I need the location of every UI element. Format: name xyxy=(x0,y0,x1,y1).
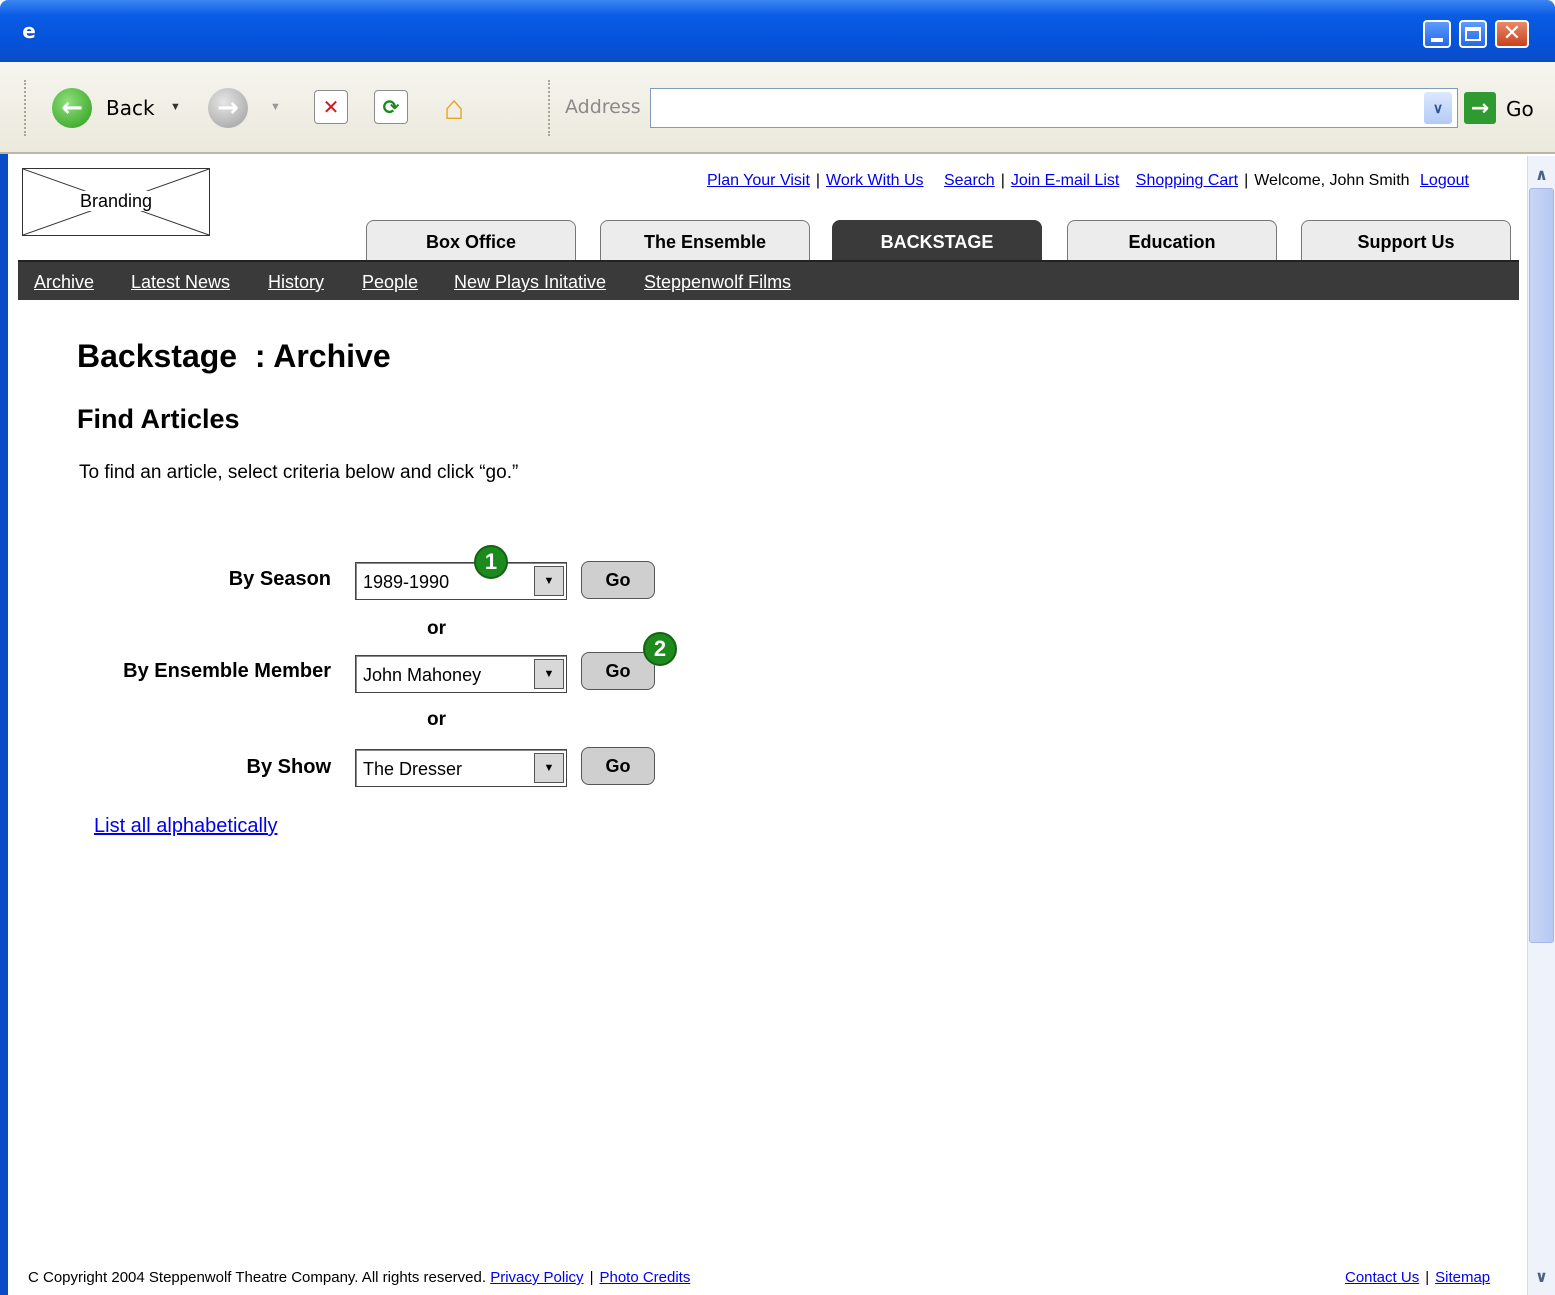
shopping-cart-link[interactable]: Shopping Cart xyxy=(1136,172,1238,189)
scrollbar-thumb[interactable] xyxy=(1529,188,1554,943)
plan-visit-link[interactable]: Plan Your Visit xyxy=(707,172,810,189)
or-divider: or xyxy=(427,618,446,639)
title-bar xyxy=(0,0,1555,62)
instructions-text: To find an article, select criteria belo… xyxy=(79,462,519,483)
close-icon: ✕ xyxy=(1502,21,1522,46)
tab-support-us[interactable]: Support Us xyxy=(1301,220,1511,260)
tab-education[interactable]: Education xyxy=(1067,220,1277,260)
back-dropdown-icon[interactable]: ▼ xyxy=(170,101,181,113)
page-title: Backstage : Archive xyxy=(77,338,391,374)
list-all-link[interactable]: List all alphabetically xyxy=(94,815,277,838)
season-select[interactable]: 1989-1990 ▼ xyxy=(355,562,567,600)
ensemble-member-go-button[interactable]: Go xyxy=(581,652,655,690)
contact-us-link[interactable]: Contact Us xyxy=(1345,1269,1419,1286)
separator: | xyxy=(1244,172,1249,189)
copyright-text: C Copyright 2004 Steppenwolf Theatre Com… xyxy=(28,1269,487,1286)
section-title: Find Articles xyxy=(77,404,240,434)
join-email-link[interactable]: Join E-mail List xyxy=(1011,172,1119,189)
privacy-policy-link[interactable]: Privacy Policy xyxy=(490,1269,583,1286)
search-link[interactable]: Search xyxy=(944,172,995,189)
show-select-value: The Dresser xyxy=(363,759,463,779)
separator: | xyxy=(815,172,821,189)
home-icon[interactable]: ⌂ xyxy=(432,86,476,130)
annotation-marker: 2 xyxy=(643,632,677,666)
utility-nav: Plan Your Visit | Work With Us Search | Join… xyxy=(707,172,1469,190)
or-divider: or xyxy=(427,709,446,730)
annotation-marker: 1 xyxy=(474,545,508,579)
separator: | xyxy=(1425,1269,1430,1286)
maximize-button[interactable] xyxy=(1459,20,1487,48)
toolbar-grip[interactable] xyxy=(24,80,28,136)
welcome-text: Welcome, John Smith xyxy=(1254,172,1410,189)
go-arrow-icon[interactable]: → xyxy=(1464,92,1496,124)
scroll-down-icon[interactable]: ∨ xyxy=(1528,1262,1555,1290)
photo-credits-link[interactable]: Photo Credits xyxy=(599,1269,690,1286)
tab-backstage[interactable]: BACKSTAGE xyxy=(832,220,1042,260)
chevron-down-icon[interactable]: ▼ xyxy=(534,659,564,689)
tab-the-ensemble[interactable]: The Ensemble xyxy=(600,220,810,260)
season-label: By Season xyxy=(228,568,331,590)
ensemble-member-select[interactable]: John Mahoney ▼ xyxy=(355,655,567,693)
branding-label: Branding xyxy=(77,191,155,211)
address-label: Address xyxy=(565,96,641,118)
scroll-up-icon[interactable]: ∧ xyxy=(1528,160,1555,188)
back-button-label[interactable]: Back xyxy=(106,96,155,120)
refresh-icon[interactable]: ⟳ xyxy=(374,90,408,124)
chevron-down-icon[interactable]: ▼ xyxy=(534,753,564,783)
minimize-button[interactable] xyxy=(1423,20,1451,48)
window-border xyxy=(0,154,8,1295)
subnav-history[interactable]: History xyxy=(268,272,324,293)
season-go-button[interactable]: Go xyxy=(581,561,655,599)
subnav-steppenwolf-films[interactable]: Steppenwolf Films xyxy=(644,272,791,293)
work-with-us-link[interactable]: Work With Us xyxy=(826,172,923,189)
footer-right: Contact Us | Sitemap xyxy=(1345,1269,1490,1286)
toolbar-grip[interactable] xyxy=(548,80,552,136)
subnav-latest-news[interactable]: Latest News xyxy=(131,272,230,293)
subnav-people[interactable]: People xyxy=(362,272,418,293)
stop-icon[interactable]: ✕ xyxy=(314,90,348,124)
browser-logo-icon: e xyxy=(22,19,36,43)
footer-left: C Copyright 2004 Steppenwolf Theatre Com… xyxy=(28,1269,690,1286)
maximize-icon xyxy=(1465,27,1481,41)
sitemap-link[interactable]: Sitemap xyxy=(1435,1269,1490,1286)
season-select-value: 1989-1990 xyxy=(363,572,450,592)
logout-link[interactable]: Logout xyxy=(1420,172,1469,189)
go-button-label[interactable]: Go xyxy=(1506,97,1534,121)
chevron-down-icon[interactable]: ▼ xyxy=(534,566,564,596)
forward-arrow-icon[interactable]: → xyxy=(208,88,248,128)
address-input[interactable] xyxy=(650,88,1458,128)
minimize-icon xyxy=(1431,38,1443,42)
close-button[interactable]: ✕ xyxy=(1495,20,1529,48)
forward-dropdown-icon[interactable]: ▼ xyxy=(270,101,281,113)
show-go-button[interactable]: Go xyxy=(581,747,655,785)
ensemble-member-select-value: John Mahoney xyxy=(363,665,482,685)
show-label: By Show xyxy=(246,756,331,778)
address-dropdown-icon[interactable]: ∨ xyxy=(1424,92,1452,124)
branding-placeholder: Branding xyxy=(22,168,210,236)
separator: | xyxy=(589,1269,594,1286)
tab-box-office[interactable]: Box Office xyxy=(366,220,576,260)
subnav-new-plays[interactable]: New Plays Initative xyxy=(454,272,606,293)
ensemble-member-label: By Ensemble Member xyxy=(123,660,331,682)
back-arrow-icon[interactable]: ← xyxy=(52,88,92,128)
show-select[interactable]: The Dresser ▼ xyxy=(355,749,567,787)
subnav-archive[interactable]: Archive xyxy=(34,272,94,293)
separator: | xyxy=(1000,172,1005,189)
